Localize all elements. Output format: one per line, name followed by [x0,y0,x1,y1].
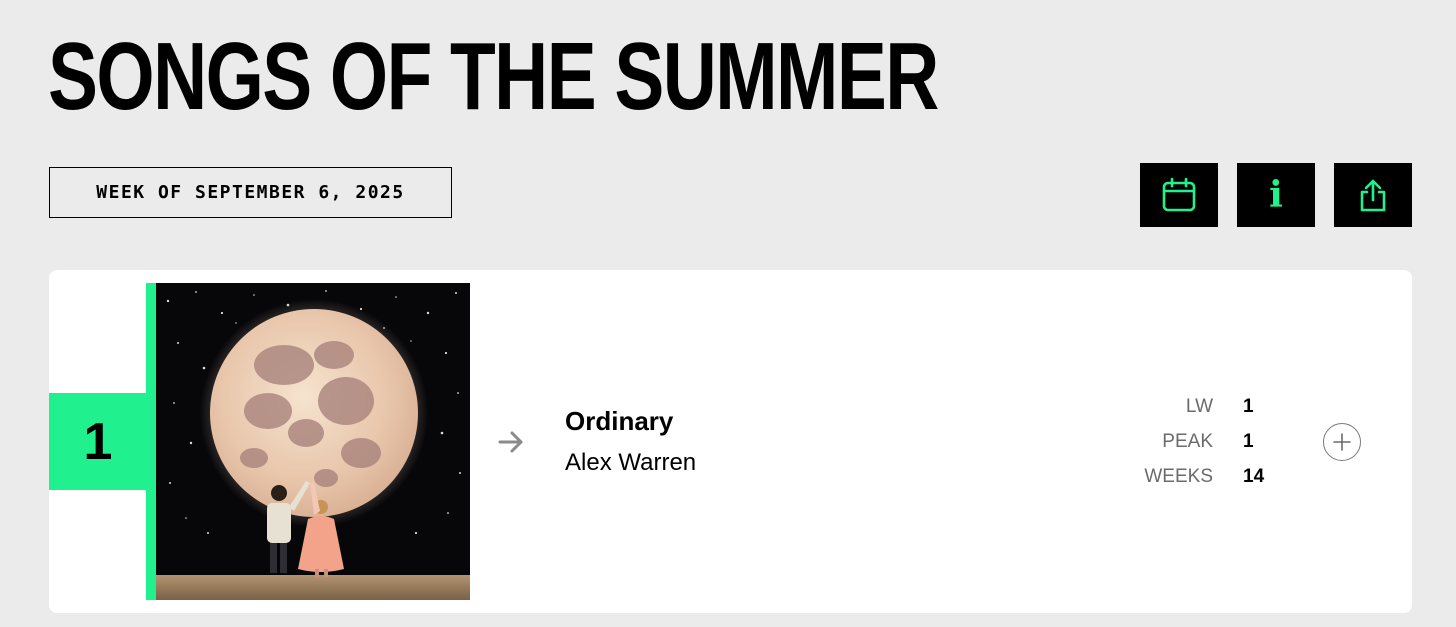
calendar-icon [1162,177,1196,212]
plus-icon [1333,433,1351,451]
weeks-label: WEEKS [1144,466,1213,487]
page-title: SONGS OF THE SUMMER [48,23,939,130]
song-title[interactable]: Ordinary [565,405,673,437]
peak-value: 1 [1243,431,1254,452]
album-art [156,283,470,600]
info-button[interactable]: i [1237,163,1315,227]
chart-entry-card: 1 Ordinary Alex Warren LW 1 PEAK 1 WEEKS… [49,270,1412,613]
calendar-button[interactable] [1140,163,1218,227]
week-selector-button[interactable]: WEEK OF SEPTEMBER 6, 2025 [49,167,452,218]
last-week-value: 1 [1243,396,1254,417]
info-icon: i [1269,174,1283,216]
song-artist[interactable]: Alex Warren [565,448,696,478]
accent-bar [146,283,156,600]
week-label: WEEK OF SEPTEMBER 6, 2025 [96,182,405,203]
arrow-right-icon [498,431,523,453]
rank-badge: 1 [49,393,147,490]
weeks-value: 14 [1243,466,1265,487]
last-week-label: LW [1185,396,1213,417]
share-icon [1360,179,1386,212]
share-button[interactable] [1334,163,1412,227]
expand-entry-button[interactable] [1323,423,1361,461]
rank-number: 1 [83,412,113,471]
peak-label: PEAK [1162,431,1213,452]
